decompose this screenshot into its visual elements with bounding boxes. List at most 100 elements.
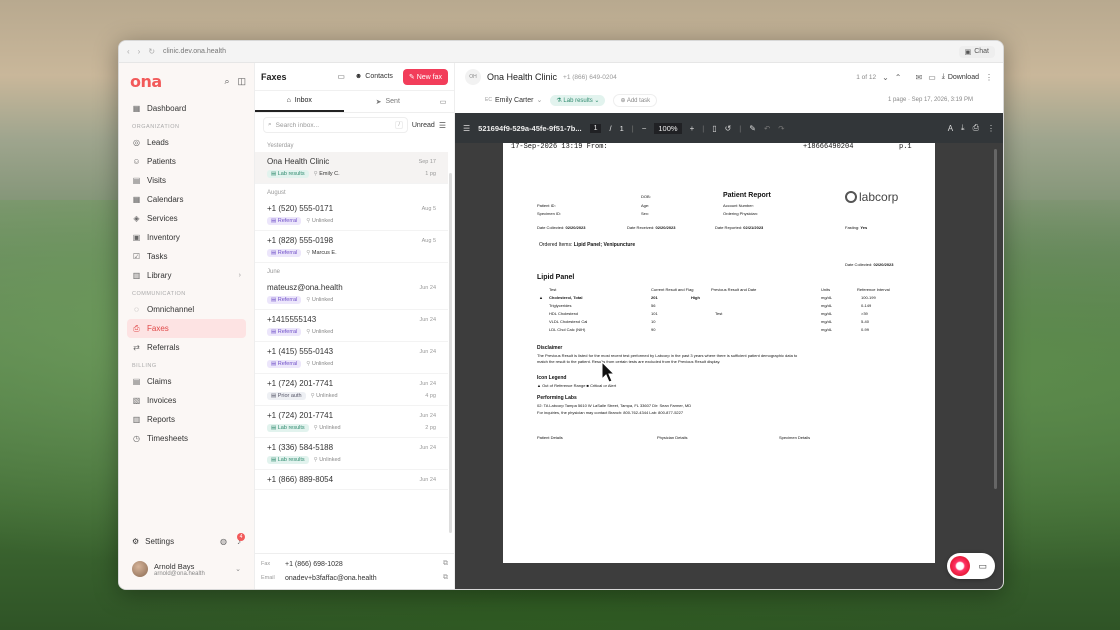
zoom-out-icon[interactable]: − <box>642 124 647 133</box>
fax-sender: +1415555143 <box>267 315 317 324</box>
redo-icon[interactable]: ↷ <box>778 124 784 133</box>
panel-toggle-icon[interactable]: ◫ <box>237 76 246 87</box>
more-icon[interactable]: ⋮ <box>987 124 995 133</box>
add-task-button[interactable]: ⊕ Add task <box>613 93 658 107</box>
archive-tab[interactable]: ▭ <box>432 91 454 112</box>
fax-sender: mateusz@ona.health <box>267 283 343 292</box>
download-button[interactable]: ⤓ Download <box>942 73 979 81</box>
sidebar-item-patients[interactable]: ☺ Patients <box>127 152 246 171</box>
sidebar-item-timesheets[interactable]: ◷ Timesheets <box>127 429 246 448</box>
list-item[interactable]: +1 (724) 201-7741 Jun 24 ▤ Lab results ⚲ Un… <box>255 406 448 438</box>
date-collected-value: 02/20/2023 <box>873 262 894 267</box>
list-item[interactable]: +1 (520) 555-0171 Aug 5 ▤ Referral ⚲ Unlink… <box>255 199 448 231</box>
sidebar-item-leads[interactable]: ◎ Leads <box>127 133 246 152</box>
globe-icon[interactable]: ◍ <box>220 537 227 546</box>
add-task-label: Add task <box>626 97 651 104</box>
chevron-right-icon: › <box>238 272 241 279</box>
fax-date: Jun 24 <box>419 348 436 355</box>
sidebar-item-dashboard[interactable]: ▦ Dashboard <box>127 99 246 118</box>
more-icon[interactable]: ⋮ <box>985 73 993 82</box>
archive-icon[interactable]: ▭ <box>928 73 936 82</box>
doc-icon-legend-title: Icon Legend <box>537 375 567 381</box>
chat-button[interactable]: ▣ Chat <box>958 45 995 58</box>
table-cell: mg/dL <box>821 311 833 316</box>
bell-icon[interactable]: ♪ 4 <box>237 532 245 546</box>
sidebar-item-visits[interactable]: ▤ Visits <box>127 171 246 190</box>
assistant-orb-icon[interactable] <box>950 556 971 576</box>
list-item[interactable]: +1 (866) 889-8054 Jun 24 <box>255 470 448 490</box>
list-item[interactable]: +1 (828) 555-0198 Aug 5 ▤ Referral ⚲ Marcus… <box>255 231 448 263</box>
fit-page-icon[interactable]: ▯ <box>712 124 716 133</box>
fax-date: Jun 24 <box>419 284 436 291</box>
new-fax-button[interactable]: ✎ New fax <box>402 68 448 85</box>
annotate-icon[interactable]: ✎ <box>749 124 756 133</box>
assignee: ⚲ Unlinked <box>306 361 333 367</box>
page-input[interactable]: 1 <box>589 123 602 133</box>
sidebar-item-invoices[interactable]: ▧ Invoices <box>127 391 246 410</box>
library-icon: ▥ <box>132 271 141 280</box>
scrollbar[interactable] <box>449 173 452 533</box>
chat-bubble-icon[interactable]: ▭ <box>978 561 987 572</box>
list-item[interactable]: mateusz@ona.health Jun 24 ▤ Referral ⚲ Unli… <box>255 278 448 310</box>
download-icon[interactable]: ⤓ <box>961 123 965 133</box>
rotate-icon[interactable]: ↺ <box>725 124 732 133</box>
contacts-button[interactable]: ☻ Contacts <box>351 73 397 80</box>
category-tag[interactable]: ⚗ Lab results ⌄ <box>550 94 606 106</box>
back-icon[interactable]: ‹ <box>127 47 130 56</box>
date-received-value: 02/20/2023 <box>655 225 676 230</box>
forward-icon[interactable]: › <box>138 47 141 56</box>
sidebar-item-calendars[interactable]: ▦ Calendars <box>127 190 246 209</box>
reload-icon[interactable]: ↻ <box>148 47 155 56</box>
assignee-select[interactable]: EC Emily Carter ⌄ <box>485 96 542 105</box>
list-item[interactable]: Ona Health Clinic Sep 17 ▤ Lab results ⚲ Em… <box>255 152 448 184</box>
copy-icon[interactable]: ⧉ <box>443 560 448 568</box>
sidebar-item-label: Leads <box>147 138 169 147</box>
doc-fasting: Fasting: Yes <box>845 225 867 230</box>
sidebar-item-tasks[interactable]: ☑ Tasks <box>127 247 246 266</box>
zoom-in-icon[interactable]: + <box>690 124 695 133</box>
print-icon[interactable]: ⎙ <box>973 123 979 133</box>
sidebar-item-referrals[interactable]: ⇄ Referrals <box>127 338 246 357</box>
category-label: Referral <box>277 361 298 367</box>
sidebar-item-library[interactable]: ▥ Library › <box>127 266 246 285</box>
url-bar[interactable]: clinic.dev.ona.health <box>163 48 951 55</box>
compose-icon[interactable]: ▭ <box>337 72 345 81</box>
tab-sent[interactable]: ➤ Sent <box>344 91 433 112</box>
filter-icon[interactable]: ☰ <box>439 121 446 130</box>
mouse-cursor-icon <box>601 361 615 383</box>
sidebar-item-faxes[interactable]: ⎙ Faxes <box>127 319 246 338</box>
user-menu[interactable]: Arnold Bays arnold@ona.health ⌄ <box>127 557 246 581</box>
settings-item[interactable]: ⚙ Settings ◍ ♪ 4 <box>127 531 246 551</box>
list-item[interactable]: +1 (724) 201-7741 Jun 24 ▤ Prior auth ⚲ Unl… <box>255 374 448 406</box>
search-icon[interactable]: ⌕ <box>224 76 229 87</box>
sidebar-item-label: Timesheets <box>147 434 189 443</box>
list-item[interactable]: +1415555143 Jun 24 ▤ Referral ⚲ Unlinked <box>255 310 448 342</box>
sidebar-item-services[interactable]: ◈ Services <box>127 209 246 228</box>
sidebar-item-claims[interactable]: ▤ Claims <box>127 372 246 391</box>
mail-icon[interactable]: ✉ <box>915 73 922 82</box>
chevron-down-icon[interactable]: ⌄ <box>882 73 889 82</box>
chevron-down-icon: ⌄ <box>235 566 241 573</box>
tab-inbox[interactable]: ⌂ Inbox <box>255 91 344 112</box>
list-item[interactable]: +1 (415) 555-0143 Jun 24 ▤ Referral ⚲ Unlin… <box>255 342 448 374</box>
page-count: 4 pg <box>425 393 436 399</box>
zoom-level[interactable]: 100% <box>654 122 682 134</box>
copy-icon[interactable]: ⧉ <box>443 574 448 582</box>
user-name: Arnold Bays <box>154 561 195 571</box>
undo-icon[interactable]: ↶ <box>764 124 770 133</box>
search-input[interactable]: ⌕ Search inbox... / <box>263 117 408 133</box>
sidebar-item-reports[interactable]: ▥ Reports <box>127 410 246 429</box>
unread-filter[interactable]: Unread <box>412 122 435 129</box>
chevron-up-icon[interactable]: ⌃ <box>895 73 902 82</box>
sidebar-item-omnichannel[interactable]: ◌ Omnichannel <box>127 300 246 319</box>
table-cell: 0-149 <box>861 303 872 308</box>
sidebar-item-inventory[interactable]: ▣ Inventory <box>127 228 246 247</box>
translate-icon[interactable]: A <box>948 124 953 133</box>
doc-header-page: p.1 <box>899 143 912 151</box>
menu-icon[interactable]: ☰ <box>463 124 470 133</box>
assignee: ⚲ Unlinked <box>314 425 341 431</box>
date-reported-value: 02/21/2023 <box>743 225 764 230</box>
viewer-scrollbar[interactable] <box>994 149 997 489</box>
services-icon: ◈ <box>133 214 140 223</box>
list-item[interactable]: +1 (336) 584-5188 Jun 24 ▤ Lab results ⚲ Un… <box>255 438 448 470</box>
